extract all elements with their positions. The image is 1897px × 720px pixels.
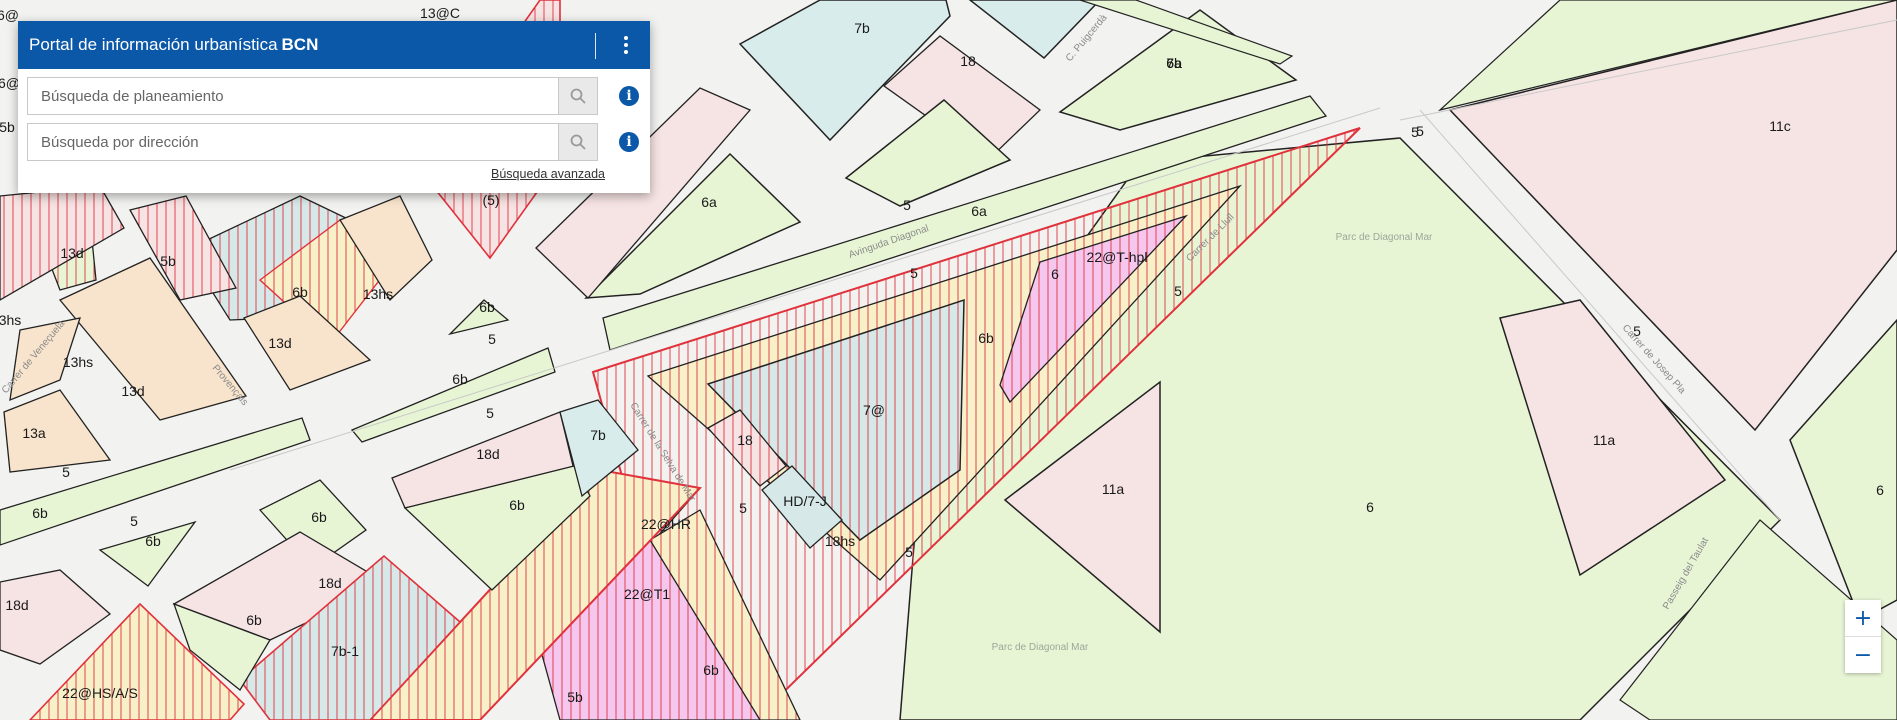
zone-label: 22@T-hpl — [1087, 249, 1148, 265]
panel-title-strong: BCN — [281, 35, 319, 54]
zone-label: 13a — [22, 425, 46, 441]
zone-label: 5 — [1174, 283, 1182, 299]
info-icon[interactable]: i — [619, 132, 639, 152]
zone-label: 6b — [292, 284, 308, 300]
zone-label: 18d — [318, 575, 341, 591]
park-label: Parc de Diagonal Mar — [992, 642, 1089, 653]
search-panel: Portal de información urbanísticaBCN i i… — [18, 21, 650, 193]
zoom-out-button[interactable]: − — [1845, 636, 1881, 673]
zone-label: 22@T1 — [624, 586, 670, 602]
zone-label: 5 — [1416, 123, 1424, 139]
zone-label: 6b — [703, 662, 719, 678]
zone-label: 3hs — [0, 312, 21, 328]
planning-search-row: i — [27, 77, 639, 115]
address-search-input[interactable] — [28, 124, 558, 160]
zone-label: 6@ — [0, 75, 20, 91]
advanced-search-link[interactable]: Búsqueda avanzada — [491, 167, 605, 181]
zone-label: 6 — [1876, 482, 1884, 498]
zone-label: 5 — [739, 500, 747, 516]
zone-label: 13@C — [420, 5, 460, 21]
zone-label: 7b — [854, 20, 870, 36]
zone-label: 5 — [910, 265, 918, 281]
zone-label: 6b — [32, 505, 48, 521]
zone-label: 5 — [130, 513, 138, 529]
zone-label: 6b — [246, 612, 262, 628]
zone-label: 6b — [452, 371, 468, 387]
zone-label: 13hs — [63, 354, 93, 370]
zone-label: 18d — [476, 446, 499, 462]
zone-label: 7@ — [863, 402, 885, 418]
info-icon[interactable]: i — [619, 86, 639, 106]
vertical-dots-icon[interactable] — [616, 31, 636, 59]
zone-label: 5 — [486, 405, 494, 421]
planning-search-input[interactable] — [28, 78, 558, 114]
zone-label: 7b-1 — [331, 643, 359, 659]
header-divider — [595, 33, 596, 59]
zone-label: 5 — [62, 464, 70, 480]
zone-label: 6b — [145, 533, 161, 549]
panel-title: Portal de información urbanística BCN — [29, 35, 318, 55]
zone-label: 7b — [1166, 55, 1182, 71]
zone-label: 5 — [905, 544, 913, 560]
panel-title-text: Portal de información urbanística — [29, 35, 278, 54]
planning-search-box — [27, 77, 598, 115]
zone-label: 6@ — [0, 7, 19, 23]
zone-label: 6b — [311, 509, 327, 525]
zone-label: 18d — [5, 597, 28, 613]
zone-label: 6 — [1051, 266, 1059, 282]
zone-label: 18 — [960, 53, 976, 69]
zone-label: 22@HS/A/S — [62, 685, 138, 701]
zone-label: 5b — [160, 253, 176, 269]
zoom-controls: + − — [1845, 600, 1881, 673]
zone-label: 13d — [60, 245, 83, 261]
zone-label: 11a — [1102, 481, 1125, 497]
zone-label: 7b — [590, 427, 606, 443]
zone-label: 13hs — [363, 286, 393, 302]
zone-label: 5 — [488, 331, 496, 347]
zone-label: 18hs — [825, 533, 855, 549]
zone-label: 18 — [737, 432, 753, 448]
magnifier-icon[interactable] — [558, 78, 597, 114]
park-label: Parc de Diagonal Mar — [1336, 232, 1433, 243]
panel-header: Portal de información urbanística BCN — [18, 21, 650, 69]
zone-label: 6 — [1366, 499, 1374, 515]
magnifier-icon[interactable] — [558, 124, 597, 160]
zone-label: 6a — [971, 203, 987, 219]
zone-label: 6b — [509, 497, 525, 513]
zone-label: 13d — [268, 335, 291, 351]
zone-label: HD/7-J — [783, 493, 827, 509]
zoom-in-button[interactable]: + — [1845, 600, 1881, 636]
zone-label: 6a — [701, 194, 717, 210]
zone-label: 5b — [567, 689, 583, 705]
zone-label: 11a — [1593, 432, 1616, 448]
zone-label: 5 — [903, 197, 911, 213]
zone-label: 11c — [1769, 118, 1791, 134]
address-search-box — [27, 123, 598, 161]
zone-label: 13d — [121, 383, 144, 399]
zone-label: (5) — [482, 192, 499, 208]
address-search-row: i — [27, 123, 639, 161]
zone-label: 22@HR — [641, 516, 691, 532]
zone-label: 6b — [978, 330, 994, 346]
zone-label: 5b — [0, 119, 15, 135]
zone-label: 6b — [479, 299, 495, 315]
